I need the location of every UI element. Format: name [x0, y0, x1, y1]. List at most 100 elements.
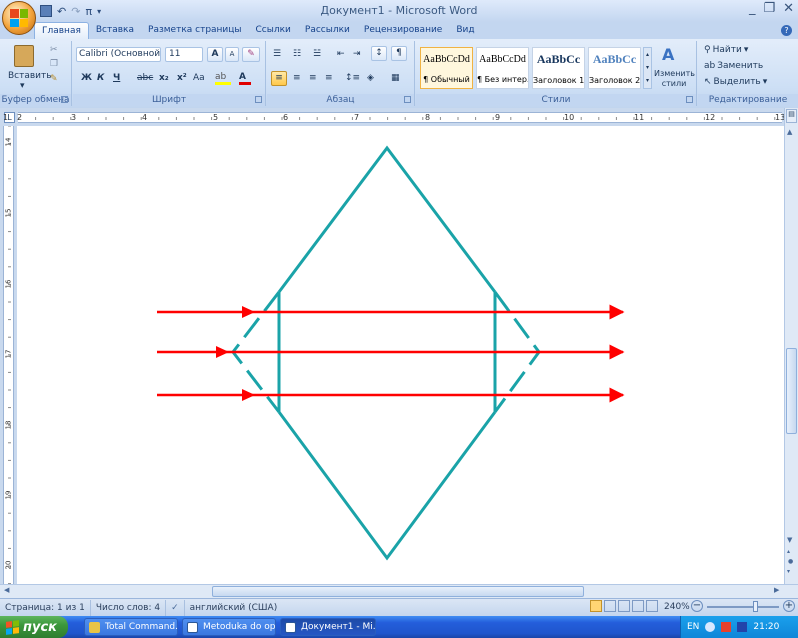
bold-button[interactable]: Ж — [81, 73, 92, 83]
paste-dropdown-icon[interactable]: ▾ — [20, 81, 25, 91]
replace-button[interactable]: ab Заменить — [704, 61, 763, 71]
font-name-select[interactable]: Calibri (Основной тек — [76, 47, 161, 62]
office-button[interactable] — [2, 1, 36, 35]
print-layout-view-icon[interactable] — [590, 600, 602, 612]
tab-mailings[interactable]: Рассылки — [298, 22, 357, 39]
copy-icon[interactable]: ❐ — [50, 59, 58, 69]
underline-button[interactable]: Ч — [113, 73, 120, 83]
start-button[interactable]: пуск — [0, 616, 68, 638]
zoom-slider-thumb[interactable] — [753, 601, 758, 612]
minimize-button[interactable]: _ — [749, 1, 756, 16]
paragraph-launcher-icon[interactable] — [404, 96, 411, 103]
grow-font-button[interactable]: A — [207, 47, 223, 62]
tab-home[interactable]: Главная — [34, 22, 89, 39]
style-no-spacing[interactable]: AaBbCcDd ¶ Без интер... — [476, 47, 529, 89]
pi-icon[interactable]: π — [85, 5, 92, 18]
qat-dropdown-icon[interactable]: ▾ — [97, 7, 101, 16]
shading-icon[interactable]: ◈ — [367, 73, 374, 83]
full-screen-view-icon[interactable] — [604, 600, 616, 612]
save-icon[interactable] — [40, 5, 52, 17]
vertical-scroll-thumb[interactable] — [786, 348, 797, 434]
tab-page-layout[interactable]: Разметка страницы — [141, 22, 249, 39]
browse-object-icon[interactable]: ● — [788, 558, 793, 565]
outline-view-icon[interactable] — [632, 600, 644, 612]
paste-icon[interactable] — [14, 45, 34, 67]
increase-indent-icon[interactable]: ⇥ — [353, 49, 361, 59]
sort-icon[interactable]: ↕ — [371, 46, 387, 61]
paste-button[interactable]: Вставить — [8, 71, 52, 81]
tab-view[interactable]: Вид — [449, 22, 481, 39]
font-launcher-icon[interactable] — [255, 96, 262, 103]
change-case-button[interactable]: Aa — [193, 73, 205, 83]
word-count[interactable]: Число слов: 4 — [91, 599, 167, 616]
zoom-level[interactable]: 240% — [664, 602, 690, 612]
vertical-scrollbar[interactable]: ▤ ▲ ▼ ▴ ● ▾ — [784, 108, 798, 584]
ruler-toggle-icon[interactable]: ▤ — [786, 109, 797, 123]
highlight-icon[interactable]: ab — [215, 72, 231, 85]
multilevel-list-icon[interactable]: ☱ — [313, 49, 321, 59]
tab-insert[interactable]: Вставка — [89, 22, 141, 39]
line-spacing-icon[interactable]: ↕≡ — [345, 73, 360, 83]
tab-review[interactable]: Рецензирование — [357, 22, 449, 39]
subscript-button[interactable]: x₂ — [159, 73, 169, 83]
language-indicator[interactable]: английский (США) — [185, 600, 283, 616]
font-color-icon[interactable]: A — [239, 72, 251, 85]
redo-icon[interactable]: ↷ — [71, 5, 80, 18]
show-marks-button[interactable]: ¶ — [391, 46, 407, 61]
horizontal-scroll-thumb[interactable] — [212, 586, 584, 597]
select-button[interactable]: ↖ Выделить ▾ — [704, 77, 767, 87]
clear-format-icon[interactable]: ✎ — [242, 47, 260, 62]
web-layout-view-icon[interactable] — [618, 600, 630, 612]
media-player-icon[interactable] — [737, 622, 748, 632]
taskbar-item-document1[interactable]: Документ1 - Mi... — [280, 618, 376, 636]
proofing-icon[interactable]: ✓ — [166, 599, 185, 616]
zoom-out-icon[interactable]: − — [691, 600, 703, 612]
clipboard-launcher-icon[interactable] — [61, 96, 68, 103]
find-button[interactable]: ⚲ Найти ▾ — [704, 45, 748, 55]
superscript-button[interactable]: x² — [177, 73, 187, 83]
horizontal-ruler[interactable]: L 1 2 3 4 5 6 7 8 9 10 11 12 13 — [0, 108, 798, 126]
bullets-icon[interactable]: ☰ — [273, 49, 281, 59]
decrease-indent-icon[interactable]: ⇤ — [337, 49, 345, 59]
help-icon[interactable]: ? — [781, 25, 792, 36]
style-heading-2[interactable]: AaBbCc Заголовок 2 — [588, 47, 641, 89]
scroll-down-button[interactable]: ▼ — [787, 536, 792, 544]
change-styles-icon[interactable]: A — [662, 45, 674, 64]
shrink-font-button[interactable]: A — [225, 47, 239, 62]
vertical-ruler[interactable]: 14 15 16 17 18 19 20 — [0, 126, 17, 584]
close-button[interactable]: ✕ — [783, 1, 794, 16]
antivirus-icon[interactable] — [721, 622, 732, 632]
styles-launcher-icon[interactable] — [686, 96, 693, 103]
style-heading-1[interactable]: AaBbCc Заголовок 1 — [532, 47, 585, 89]
undo-icon[interactable]: ↶ — [57, 5, 66, 18]
scroll-right-button[interactable]: ▶ — [774, 586, 779, 594]
tab-references[interactable]: Ссылки — [249, 22, 298, 39]
zoom-slider[interactable] — [707, 601, 779, 612]
styles-scroll[interactable]: ▴ ▾ ▾ — [643, 47, 652, 89]
change-styles-button[interactable]: Изменить стили — [654, 69, 695, 89]
draft-view-icon[interactable] — [646, 600, 658, 612]
zoom-in-icon[interactable]: + — [783, 600, 795, 612]
cut-icon[interactable]: ✂ — [50, 45, 58, 55]
network-icon[interactable] — [705, 622, 716, 632]
taskbar-item-metoduka[interactable]: Metoduka do op... — [182, 618, 276, 636]
page-count[interactable]: Страница: 1 из 1 — [0, 599, 91, 616]
taskbar-item-total-commander[interactable]: Total Command... — [84, 618, 178, 636]
restore-button[interactable]: ❐ — [763, 1, 775, 16]
format-painter-icon[interactable]: ✎ — [50, 74, 58, 84]
scroll-left-button[interactable]: ◀ — [4, 586, 9, 594]
document-page[interactable] — [17, 126, 784, 584]
numbering-icon[interactable]: ☷ — [293, 49, 301, 59]
horizontal-scrollbar[interactable]: ◀ ▶ — [0, 584, 798, 598]
next-page-icon[interactable]: ▾ — [787, 568, 790, 575]
align-center-icon[interactable]: ≡ — [293, 73, 301, 83]
prev-page-icon[interactable]: ▴ — [787, 548, 790, 555]
font-size-select[interactable]: 11 — [165, 47, 203, 62]
strikethrough-button[interactable]: abc — [137, 73, 153, 83]
style-normal[interactable]: AaBbCcDd ¶ Обычный — [420, 47, 473, 89]
align-right-icon[interactable]: ≡ — [309, 73, 317, 83]
borders-icon[interactable]: ▦ — [391, 73, 400, 83]
justify-icon[interactable]: ≡ — [325, 73, 333, 83]
input-language[interactable]: EN — [687, 622, 699, 632]
italic-button[interactable]: К — [97, 73, 104, 83]
